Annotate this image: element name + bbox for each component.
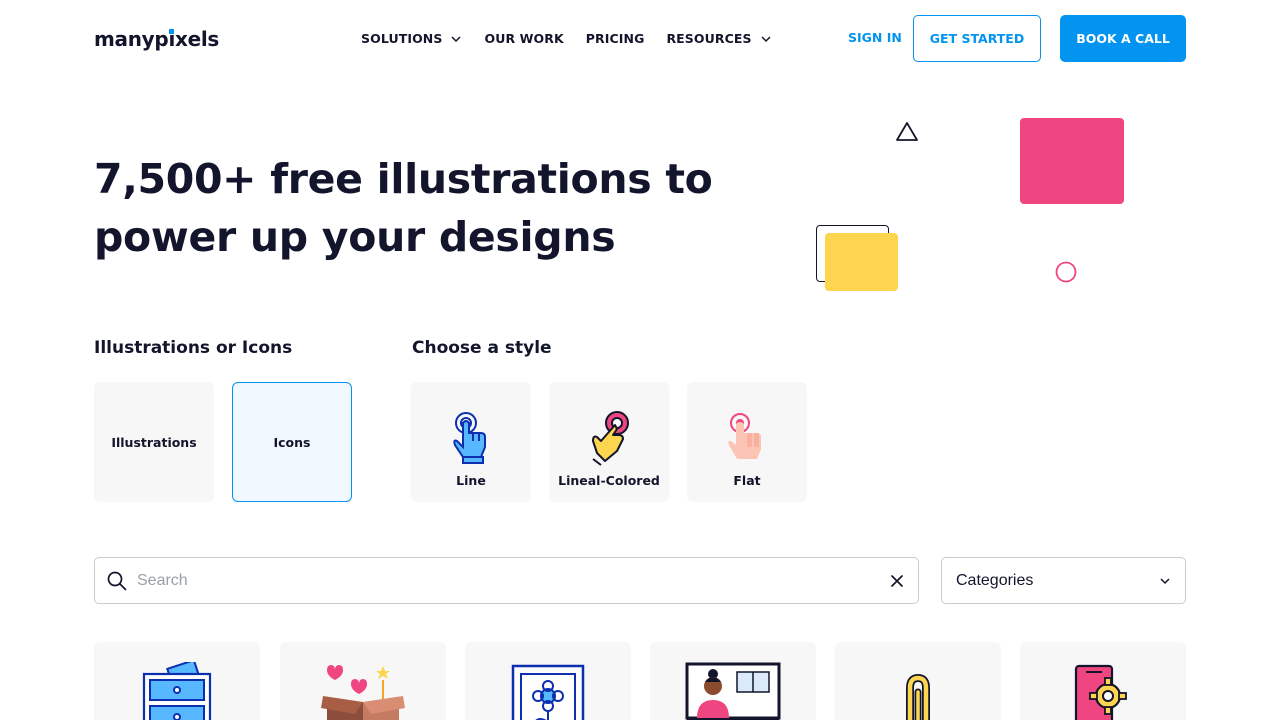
categories-dropdown[interactable]: Categories — [941, 557, 1186, 604]
style-line-label: Line — [456, 473, 486, 488]
logo-text: manypi xels — [94, 27, 220, 51]
style-flat[interactable]: Flat — [687, 382, 807, 502]
nav-pricing[interactable]: PRICING — [586, 31, 645, 46]
grid-item-phone-settings[interactable] — [1020, 642, 1186, 720]
framed-flower-icon — [511, 664, 585, 720]
main-nav: SOLUTIONS OUR WORK PRICING RESOURCES — [361, 31, 794, 46]
nav-our-work[interactable]: OUR WORK — [484, 31, 563, 46]
close-icon[interactable] — [890, 574, 904, 588]
hand-pointer-line-icon — [453, 412, 486, 464]
style-section-label: Choose a style — [412, 338, 552, 358]
paperclip-icon — [906, 673, 930, 720]
style-flat-label: Flat — [733, 473, 761, 488]
search-bar — [94, 557, 919, 604]
grid-item-video-call[interactable] — [650, 642, 816, 720]
option-illustrations[interactable]: Illustrations — [94, 382, 214, 502]
style-line[interactable]: Line — [411, 382, 531, 502]
page-title-line1: 7,500+ free illustrations to — [94, 155, 713, 203]
search-input[interactable] — [137, 571, 890, 590]
pink-rectangle-shape — [1020, 118, 1124, 204]
file-cabinet-icon — [142, 662, 212, 720]
style-lineal-colored[interactable]: Lineal-Colored — [549, 382, 669, 502]
nav-our-work-label: OUR WORK — [484, 31, 564, 46]
logo-dot — [169, 29, 175, 34]
yellow-rectangle-shape — [825, 233, 898, 291]
logo[interactable]: manypi xels — [94, 27, 219, 51]
grid-item-gift-box[interactable] — [280, 642, 446, 720]
grid-item-framed-flower[interactable] — [465, 642, 631, 720]
nav-pricing-label: PRICING — [585, 31, 645, 46]
option-icons[interactable]: Icons — [232, 382, 352, 502]
triangle-shape — [896, 122, 918, 141]
search-icon — [107, 571, 127, 590]
sign-in-link[interactable]: SIGN IN — [848, 30, 902, 45]
grid-item-paperclip[interactable] — [835, 642, 1001, 720]
phone-settings-icon — [1074, 664, 1127, 720]
chevron-down-icon — [1160, 577, 1170, 584]
nav-solutions[interactable]: SOLUTIONS — [361, 31, 462, 46]
categories-label: Categories — [956, 571, 1034, 589]
chevron-down-icon — [451, 35, 461, 42]
hand-pointer-flat-icon — [728, 413, 761, 459]
hand-pointer-lineal-colored-icon — [592, 411, 629, 466]
page-title: 7,500+ free illustrations to power up yo… — [94, 150, 734, 266]
video-call-icon — [685, 662, 781, 720]
option-icons-label: Icons — [273, 434, 311, 450]
style-lineal-colored-label: Lineal-Colored — [558, 473, 660, 488]
nav-solutions-label: SOLUTIONS — [361, 31, 443, 46]
page-title-line2: power up your designs — [94, 213, 616, 261]
grid-item-file-cabinet[interactable] — [94, 642, 260, 720]
circle-shape — [1055, 261, 1077, 283]
get-started-button[interactable]: GET STARTED — [913, 15, 1041, 62]
type-section-label: Illustrations or Icons — [94, 338, 293, 358]
nav-resources-label: RESOURCES — [666, 31, 752, 46]
nav-resources[interactable]: RESOURCES — [666, 31, 771, 46]
gift-box-hearts-icon — [321, 665, 405, 720]
book-call-button[interactable]: BOOK A CALL — [1060, 15, 1186, 62]
chevron-down-icon — [761, 35, 771, 42]
option-illustrations-label: Illustrations — [111, 434, 197, 450]
